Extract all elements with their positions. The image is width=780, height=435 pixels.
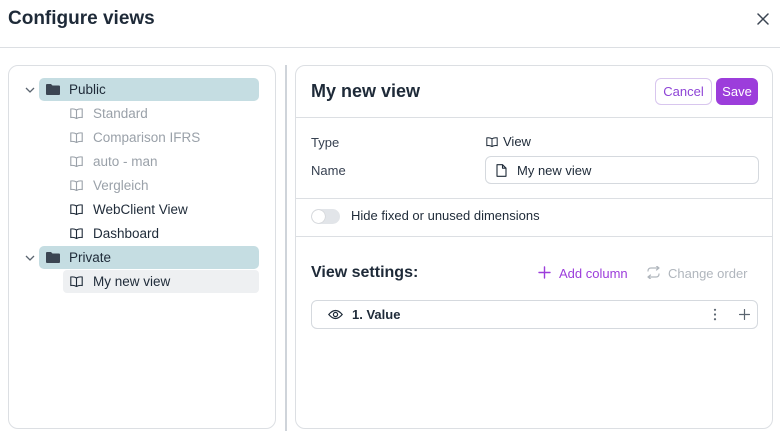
book-icon — [70, 228, 83, 239]
name-field[interactable]: My new view — [485, 156, 759, 184]
hide-dimensions-label: Hide fixed or unused dimensions — [351, 208, 540, 223]
folder-icon — [46, 84, 60, 95]
tree-item-label: Comparison IFRS — [93, 130, 201, 145]
chevron-down-icon[interactable] — [24, 84, 36, 96]
divider — [296, 198, 772, 199]
document-icon — [496, 164, 507, 177]
tree-item-label: Vergleich — [93, 178, 149, 193]
views-tree-panel: Public Standard Comparison IFRS auto - m… — [8, 65, 276, 429]
view-settings-title: View settings: — [311, 264, 419, 281]
tree-item-label: WebClient View — [93, 202, 188, 217]
tree-folder-private[interactable]: Private — [39, 246, 259, 269]
divider — [296, 236, 772, 237]
tree-item-auto-man[interactable]: auto - man — [63, 150, 259, 173]
kebab-menu-icon[interactable] — [713, 308, 717, 321]
book-icon — [486, 137, 498, 147]
tree-folder-public[interactable]: Public — [39, 78, 259, 101]
cancel-button[interactable]: Cancel — [655, 78, 712, 105]
tree-item-standard[interactable]: Standard — [63, 102, 259, 125]
tree-item-webclient-view[interactable]: WebClient View — [63, 198, 259, 221]
dialog-header: Configure views — [0, 0, 780, 48]
name-label: Name — [311, 163, 346, 178]
view-title: My new view — [311, 81, 421, 101]
tree-item-label: Dashboard — [93, 226, 160, 241]
dialog-title: Configure views — [8, 8, 155, 29]
tree-item-label: My new view — [93, 274, 171, 289]
tree-folder-label: Public — [69, 82, 106, 97]
tree-item-my-new-view[interactable]: My new view — [63, 270, 259, 293]
close-icon[interactable] — [754, 10, 772, 28]
column-row[interactable]: 1. Value — [311, 300, 758, 329]
plus-icon[interactable] — [739, 309, 750, 320]
divider — [296, 117, 772, 118]
book-icon — [70, 132, 83, 143]
plus-icon — [538, 266, 551, 279]
book-icon — [70, 180, 83, 191]
panel-resize-handle[interactable] — [285, 65, 287, 431]
book-icon — [70, 108, 83, 119]
tree-item-vergleich[interactable]: Vergleich — [63, 174, 259, 197]
book-icon — [70, 156, 83, 167]
column-label: 1. Value — [352, 307, 401, 322]
tree-item-comparison-ifrs[interactable]: Comparison IFRS — [63, 126, 259, 149]
hide-dimensions-toggle[interactable] — [311, 209, 340, 224]
folder-icon — [46, 252, 60, 263]
eye-icon[interactable] — [328, 309, 343, 320]
type-label: Type — [311, 135, 340, 150]
toggle-knob — [312, 210, 325, 223]
name-field-value: My new view — [517, 163, 592, 178]
book-icon — [70, 204, 83, 215]
book-icon — [70, 276, 83, 287]
save-button[interactable]: Save — [716, 78, 758, 105]
change-order-label: Change order — [668, 266, 748, 281]
tree-item-label: auto - man — [93, 154, 158, 169]
add-column-label: Add column — [559, 266, 628, 281]
view-editor-panel: My new view Cancel Save Type View Name M… — [295, 65, 773, 429]
tree-item-label: Standard — [93, 106, 148, 121]
type-value: View — [503, 134, 531, 149]
tree-item-dashboard[interactable]: Dashboard — [63, 222, 259, 245]
tree-folder-label: Private — [69, 250, 112, 265]
swap-icon — [647, 266, 660, 279]
chevron-down-icon[interactable] — [24, 252, 36, 264]
